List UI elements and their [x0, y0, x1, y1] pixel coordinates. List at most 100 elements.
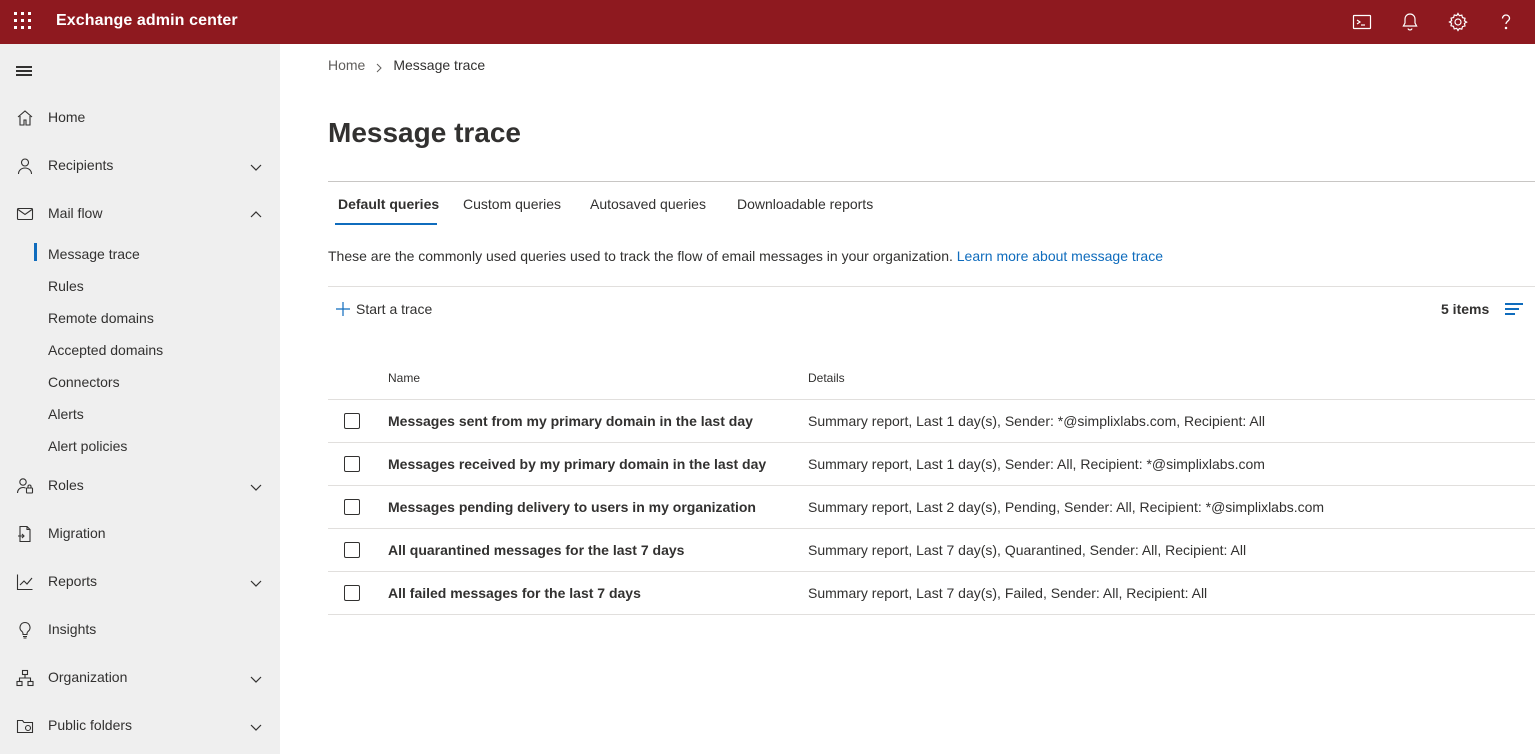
sidebar-item-label: Recipients [48, 157, 114, 173]
sidebar-item-label: Insights [48, 621, 97, 637]
app-launcher-icon[interactable] [14, 12, 32, 30]
table-row[interactable]: Messages pending delivery to users in my… [328, 486, 1535, 529]
table-row[interactable]: Messages received by my primary domain i… [328, 443, 1535, 486]
sidebar-item-recipients[interactable]: Recipients [0, 146, 280, 186]
add-icon [336, 302, 350, 316]
list-options-icon[interactable] [1505, 302, 1523, 318]
page-title: Message trace [328, 117, 522, 148]
sidebar-item-reports[interactable]: Reports [0, 562, 280, 602]
row-divider [328, 614, 1535, 615]
sidebar-item-home[interactable]: Home [0, 98, 280, 138]
notifications-bell-icon[interactable] [1399, 11, 1421, 33]
sidebar-subitem-label: Remote domains [48, 310, 154, 326]
sidebar-subitem-label: Message trace [48, 246, 140, 262]
sidebar-item-label: Home [48, 109, 86, 125]
page-description: These are the commonly used queries used… [328, 248, 1163, 264]
table-row[interactable]: All quarantined messages for the last 7 … [328, 529, 1535, 572]
row-details: Summary report, Last 2 day(s), Pending, … [808, 499, 1325, 515]
migration-icon [15, 524, 35, 544]
sidebar-subitem-label: Alerts [48, 406, 84, 422]
tab-downloadable-reports[interactable]: Downloadable reports [737, 196, 873, 212]
sidebar-subitem-alerts[interactable]: Alerts [0, 399, 280, 429]
sidebar-item-label: Public folders [48, 717, 133, 733]
row-details: Summary report, Last 1 day(s), Sender: A… [808, 456, 1265, 472]
lightbulb-icon [15, 620, 35, 640]
chevron-down-icon [248, 575, 264, 591]
row-details: Summary report, Last 7 day(s), Quarantin… [808, 542, 1247, 558]
collapse-nav-icon[interactable] [16, 64, 34, 78]
sidebar-item-label: Organization [48, 669, 128, 685]
sidebar-item-label: Mail flow [48, 205, 103, 221]
sidebar-item-label: Roles [48, 477, 84, 493]
sidebar: Home Recipients Mail flow Message trace … [0, 44, 280, 754]
sidebar-item-migration[interactable]: Migration [0, 514, 280, 554]
sidebar-subitem-remote-domains[interactable]: Remote domains [0, 303, 280, 333]
top-bar-actions [1335, 0, 1535, 44]
command-bar-divider [328, 286, 1535, 287]
chevron-down-icon [248, 719, 264, 735]
sidebar-subitem-accepted-domains[interactable]: Accepted domains [0, 335, 280, 365]
folder-icon [15, 716, 35, 736]
start-trace-label: Start a trace [356, 301, 433, 317]
sidebar-subitem-rules[interactable]: Rules [0, 271, 280, 301]
sidebar-item-roles[interactable]: Roles [0, 466, 280, 506]
row-name[interactable]: Messages pending delivery to users in my… [388, 499, 756, 515]
row-checkbox[interactable] [344, 585, 360, 601]
sidebar-subitem-label: Connectors [48, 374, 120, 390]
active-tab-indicator [335, 223, 437, 225]
sidebar-item-public-folders[interactable]: Public folders [0, 706, 280, 746]
roles-icon [15, 476, 35, 496]
learn-more-link[interactable]: Learn more about message trace [957, 248, 1163, 264]
items-count: 5 items [1441, 301, 1490, 317]
sidebar-subitem-label: Alert policies [48, 438, 128, 454]
sidebar-item-insights[interactable]: Insights [0, 610, 280, 650]
sidebar-item-label: Reports [48, 573, 98, 589]
org-icon [15, 668, 35, 688]
chart-icon [15, 572, 35, 592]
table-row[interactable]: All failed messages for the last 7 days … [328, 572, 1535, 615]
chevron-down-icon [248, 671, 264, 687]
table-row[interactable]: Messages sent from my primary domain in … [328, 400, 1535, 443]
row-details: Summary report, Last 7 day(s), Failed, S… [808, 585, 1208, 601]
cloud-shell-icon[interactable] [1351, 11, 1373, 33]
home-icon [15, 108, 35, 128]
tab-autosaved-queries[interactable]: Autosaved queries [590, 196, 706, 212]
app-title[interactable]: Exchange admin center [56, 12, 238, 30]
tabs-divider [328, 181, 1535, 182]
chevron-right-icon [375, 60, 383, 73]
top-bar: Exchange admin center [0, 0, 1535, 44]
row-name[interactable]: All failed messages for the last 7 days [388, 585, 641, 601]
breadcrumb-home-link[interactable]: Home [328, 57, 365, 73]
sidebar-subitem-label: Rules [48, 278, 84, 294]
chevron-down-icon [248, 159, 264, 175]
chevron-down-icon [248, 479, 264, 495]
column-header-name[interactable]: Name [388, 371, 420, 385]
tab-default-queries[interactable]: Default queries [338, 196, 439, 212]
active-indicator [34, 243, 37, 261]
row-name[interactable]: Messages received by my primary domain i… [388, 456, 766, 472]
sidebar-subitem-label: Accepted domains [48, 342, 164, 358]
breadcrumb-current: Message trace [393, 57, 486, 74]
person-icon [15, 156, 35, 176]
sidebar-subitem-connectors[interactable]: Connectors [0, 367, 280, 397]
help-icon[interactable] [1495, 11, 1517, 33]
row-details: Summary report, Last 1 day(s), Sender: *… [808, 413, 1265, 429]
row-name[interactable]: Messages sent from my primary domain in … [388, 413, 753, 429]
tab-custom-queries[interactable]: Custom queries [463, 196, 561, 212]
sidebar-subitem-alert-policies[interactable]: Alert policies [0, 431, 280, 461]
row-checkbox[interactable] [344, 456, 360, 472]
sidebar-item-organization[interactable]: Organization [0, 658, 280, 698]
settings-gear-icon[interactable] [1447, 11, 1469, 33]
row-name[interactable]: All quarantined messages for the last 7 … [388, 542, 684, 558]
sidebar-item-mail-flow[interactable]: Mail flow [0, 194, 280, 234]
breadcrumb: Home Message trace [328, 56, 485, 73]
row-checkbox[interactable] [344, 542, 360, 558]
column-header-details[interactable]: Details [808, 371, 845, 385]
row-checkbox[interactable] [344, 499, 360, 515]
mail-icon [15, 204, 35, 224]
sidebar-item-label: Migration [48, 525, 106, 541]
row-checkbox[interactable] [344, 413, 360, 429]
chevron-up-icon [248, 207, 264, 223]
sidebar-subitem-message-trace[interactable]: Message trace [0, 239, 280, 269]
description-text: These are the commonly used queries used… [328, 248, 953, 264]
